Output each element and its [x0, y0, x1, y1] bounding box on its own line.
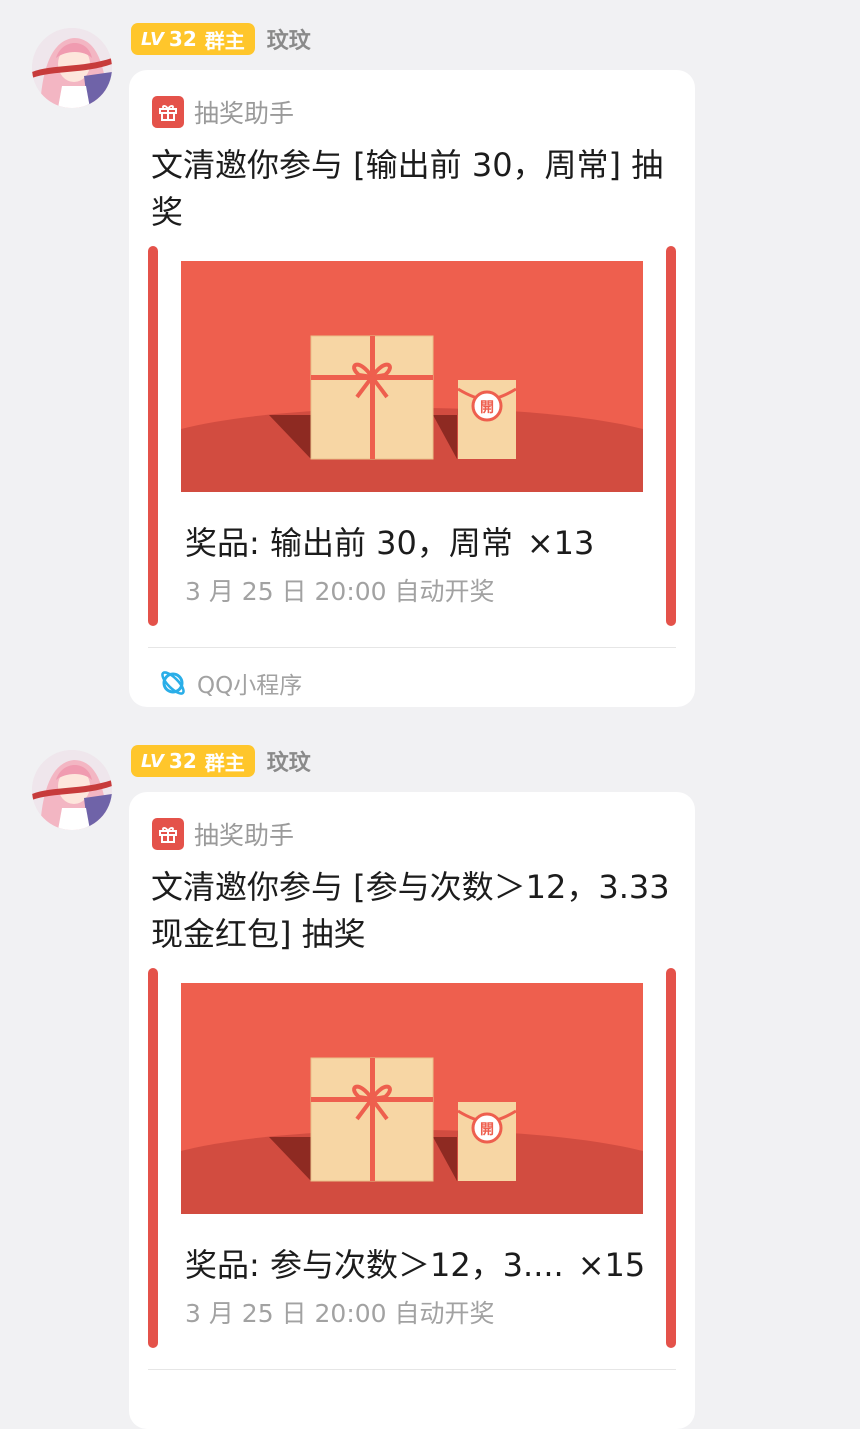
prize-panel[interactable]: 開 奖品: 参与次数＞12，3.... ×15 3 月 25 日 20:00 自动…: [148, 968, 676, 1348]
card-footer: QQ小程序: [159, 666, 302, 700]
card-header: 抽奖助手: [152, 94, 294, 130]
gift-box-icon: [310, 1057, 434, 1182]
level-badge: LV 32 群主: [131, 23, 255, 55]
header-label: 抽奖助手: [194, 821, 295, 850]
panel-border-left: [148, 968, 158, 1348]
level-number: 32: [168, 749, 197, 773]
lottery-banner: 開: [181, 261, 643, 492]
panel-border-left: [148, 246, 158, 626]
divider: [148, 1369, 676, 1370]
level-number: 32: [168, 27, 197, 51]
header-label: 抽奖助手: [194, 99, 295, 128]
card-header: 抽奖助手: [152, 816, 294, 852]
level-prefix: LV: [141, 750, 164, 772]
draw-time: 3 月 25 日 20:00 自动开奖: [185, 577, 495, 606]
level-badge: LV 32 群主: [131, 745, 255, 777]
prize-count: ×13: [526, 524, 595, 562]
card-title: 文清邀你参与 [输出前 30，周常] 抽奖: [151, 146, 664, 231]
draw-time: 3 月 25 日 20:00 自动开奖: [185, 1299, 495, 1328]
mini-program-icon: [161, 671, 185, 695]
lottery-card[interactable]: 抽奖助手 文清邀你参与 [输出前 30，周常] 抽奖 開 奖品: 输出前 30，…: [129, 70, 695, 707]
divider: [148, 647, 676, 648]
sender-row: LV 32 群主 玟玟: [131, 22, 311, 56]
sender-name[interactable]: 玟玟: [267, 745, 311, 777]
prize-count: ×15: [577, 1246, 646, 1284]
sender-row: LV 32 群主 玟玟: [131, 744, 311, 778]
gift-icon: [152, 96, 184, 128]
footer-label: QQ小程序: [197, 673, 303, 699]
card-title: 文清邀你参与 [参与次数＞12，3.33 现金红包] 抽奖: [151, 868, 670, 953]
prize-panel[interactable]: 開 奖品: 输出前 30，周常 ×13 3 月 25 日 20:00 自动开奖: [148, 246, 676, 626]
avatar[interactable]: [32, 750, 112, 830]
prize-label: 奖品: 参与次数＞12，3....: [185, 1246, 564, 1284]
level-prefix: LV: [141, 28, 164, 50]
lottery-card[interactable]: 抽奖助手 文清邀你参与 [参与次数＞12，3.33 现金红包] 抽奖 開 奖品:…: [129, 792, 695, 1429]
role-label: 群主: [204, 750, 245, 775]
panel-border-right: [666, 246, 676, 626]
envelope-char: 開: [480, 1122, 494, 1138]
panel-border-right: [666, 968, 676, 1348]
red-envelope-icon: 開: [457, 1102, 517, 1181]
prize-label: 奖品: 输出前 30，周常: [185, 524, 513, 562]
prize-text: 奖品: 参与次数＞12，3.... ×15: [185, 1240, 655, 1286]
lottery-banner: 開: [181, 983, 643, 1214]
avatar[interactable]: [32, 28, 112, 108]
sender-name[interactable]: 玟玟: [267, 23, 311, 55]
red-envelope-icon: 開: [457, 380, 517, 459]
prize-text: 奖品: 输出前 30，周常 ×13: [185, 518, 655, 564]
gift-box-icon: [310, 335, 434, 460]
role-label: 群主: [204, 28, 245, 53]
envelope-char: 開: [480, 400, 494, 416]
gift-icon: [152, 818, 184, 850]
